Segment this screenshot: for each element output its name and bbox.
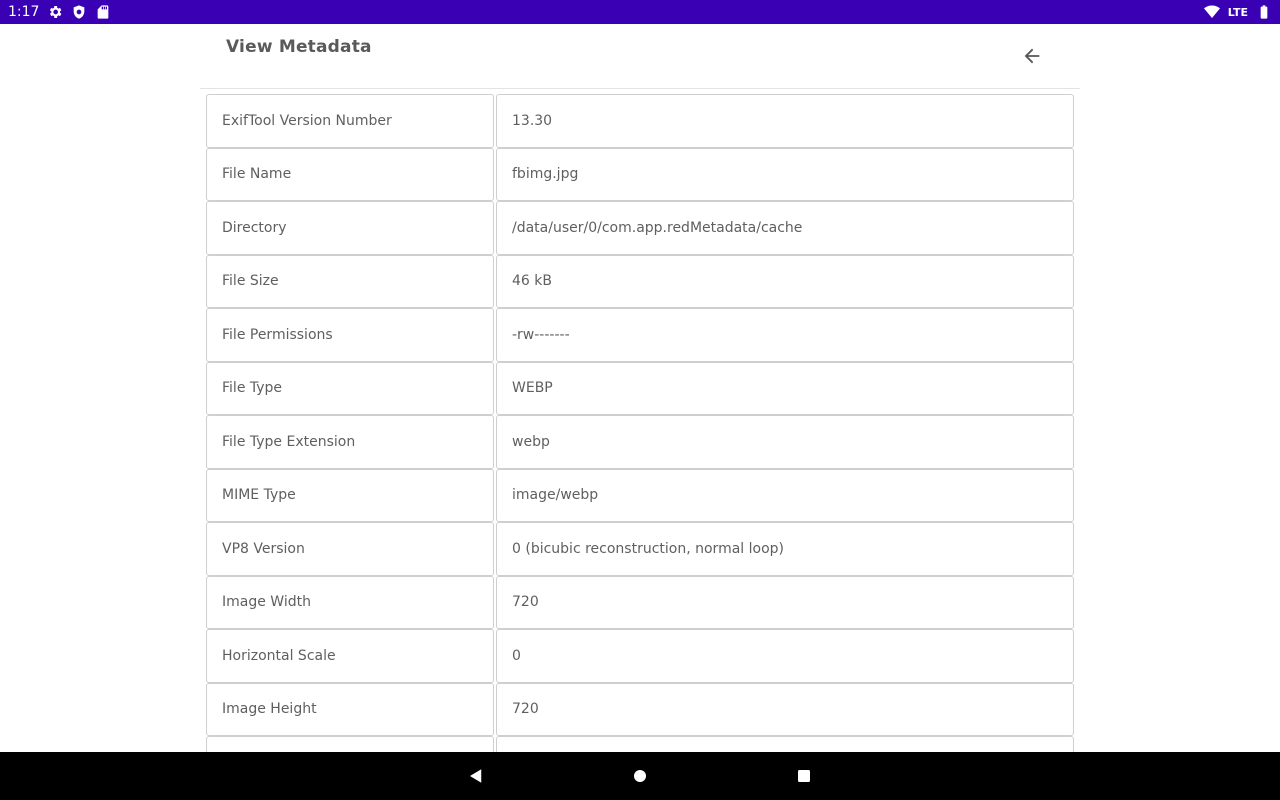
metadata-key: ExifTool Version Number	[206, 94, 494, 148]
metadata-key: Image Width	[206, 575, 494, 629]
metadata-row: Horizontal Scale 0	[206, 629, 1074, 683]
metadata-key: File Type Extension	[206, 415, 494, 469]
metadata-row: File Size 46 kB	[206, 254, 1074, 308]
header: View Metadata	[200, 24, 1080, 89]
metadata-row: File Permissions -rw-------	[206, 308, 1074, 362]
navigation-bar	[0, 752, 1280, 800]
metadata-value: 0 (bicubic reconstruction, normal loop)	[496, 522, 1074, 576]
sd-card-icon	[95, 4, 111, 20]
metadata-table: ExifTool Version Number 13.30 File Name fbi…	[206, 94, 1074, 752]
shield-icon	[71, 4, 87, 20]
metadata-row: File Name fbimg.jpg	[206, 147, 1074, 201]
metadata-row: Image Height 720	[206, 682, 1074, 736]
metadata-row: VP8 Version 0 (bicubic reconstruction, no…	[206, 522, 1074, 576]
metadata-row: Image Width 720	[206, 575, 1074, 629]
nav-back-button[interactable]	[464, 764, 488, 788]
metadata-screen: View Metadata ExifTool Version Number 13.…	[0, 24, 1280, 752]
wifi-icon	[1203, 4, 1220, 20]
metadata-key: VP8 Version	[206, 522, 494, 576]
metadata-key: File Permissions	[206, 308, 494, 362]
metadata-row: File Type WEBP	[206, 361, 1074, 415]
status-bar: 1:17 LTE	[0, 0, 1280, 24]
metadata-value: 0	[496, 629, 1074, 683]
metadata-value: fbimg.jpg	[496, 147, 1074, 201]
metadata-value: image/webp	[496, 468, 1074, 522]
home-circle-icon	[634, 770, 646, 782]
page-title: View Metadata	[226, 37, 372, 57]
metadata-key: File Name	[206, 147, 494, 201]
metadata-value: 720	[496, 575, 1074, 629]
metadata-value: 13.30	[496, 94, 1074, 148]
metadata-key	[206, 736, 494, 752]
metadata-value: webp	[496, 415, 1074, 469]
metadata-key: Horizontal Scale	[206, 629, 494, 683]
metadata-value: 46 kB	[496, 254, 1074, 308]
metadata-row: Directory/data/user/0/com.app.redMetadat…	[206, 201, 1074, 255]
battery-icon	[1256, 4, 1272, 20]
metadata-row	[206, 736, 1074, 752]
metadata-key: Directory	[206, 201, 494, 255]
metadata-row: MIME Type image/webp	[206, 468, 1074, 522]
back-button[interactable]	[1020, 44, 1044, 68]
network-type: LTE	[1227, 5, 1248, 19]
metadata-value	[496, 736, 1074, 752]
metadata-key: MIME Type	[206, 468, 494, 522]
metadata-row: File Type Extension webp	[206, 415, 1074, 469]
back-triangle-icon	[470, 769, 482, 783]
recents-square-icon	[798, 770, 810, 782]
arrow-left-icon	[1024, 48, 1040, 64]
metadata-key: File Type	[206, 361, 494, 415]
metadata-value: 720	[496, 682, 1074, 736]
nav-home-button[interactable]	[628, 764, 652, 788]
metadata-value: /data/user/0/com.app.redMetadata/cache	[496, 201, 1074, 255]
metadata-key: File Size	[206, 254, 494, 308]
metadata-row: ExifTool Version Number 13.30	[206, 94, 1074, 148]
metadata-key: Image Height	[206, 682, 494, 736]
status-right: LTE	[1203, 4, 1272, 20]
nav-recents-button[interactable]	[792, 764, 816, 788]
settings-icon	[47, 4, 63, 20]
status-time: 1:17	[8, 4, 40, 20]
metadata-value: -rw-------	[496, 308, 1074, 362]
metadata-value: WEBP	[496, 361, 1074, 415]
status-left: 1:17	[8, 4, 111, 20]
